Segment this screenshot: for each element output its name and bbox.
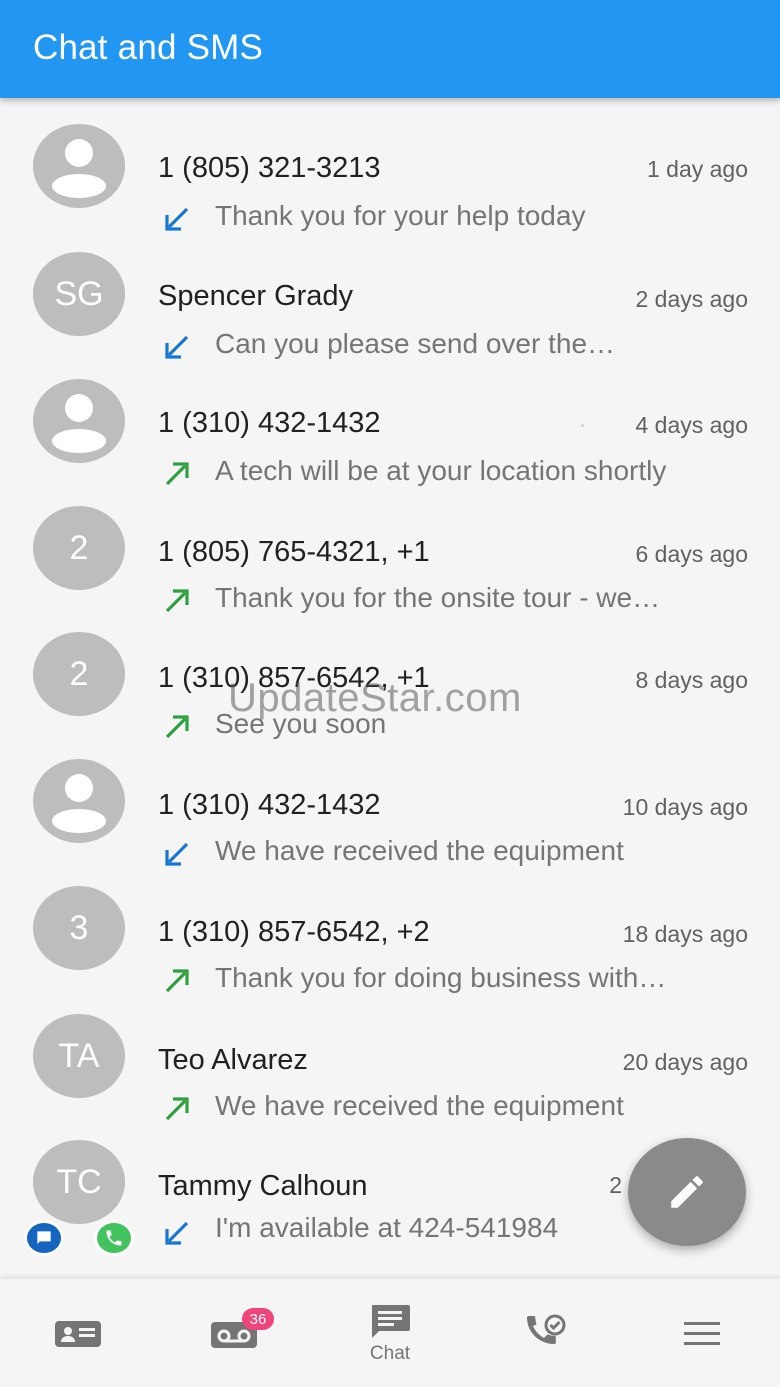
person-icon bbox=[52, 774, 106, 833]
chat-status-icon bbox=[24, 1220, 64, 1256]
outgoing-arrow-icon bbox=[162, 459, 192, 489]
message-preview: We have received the equipment bbox=[215, 1090, 624, 1121]
avatar: 2 bbox=[33, 506, 125, 590]
avatar-initials: TA bbox=[58, 1036, 100, 1075]
message-preview: Thank you for the onsite tour - we… bbox=[215, 582, 661, 613]
timestamp: 4 days ago bbox=[635, 412, 748, 438]
outgoing-arrow-icon bbox=[162, 1094, 192, 1124]
avatar-initials: SG bbox=[54, 274, 104, 313]
timestamp: 8 days ago bbox=[635, 667, 748, 693]
incoming-arrow-icon bbox=[162, 204, 192, 234]
pencil-icon bbox=[671, 1176, 703, 1208]
contact-name: 1 (310) 432-1432 bbox=[158, 407, 381, 439]
conversation-row[interactable]: TA Teo Alvarez 20 days ago We have recei… bbox=[0, 1006, 780, 1133]
avatar: 3 bbox=[33, 886, 125, 970]
contact-name: 1 (805) 765-4321, +1 bbox=[158, 536, 430, 568]
avatar bbox=[33, 379, 125, 463]
avatar bbox=[33, 124, 125, 208]
outgoing-arrow-icon bbox=[162, 966, 192, 996]
contact-name: 1 (310) 857-6542, +2 bbox=[158, 916, 430, 948]
message-preview: Can you please send over the… bbox=[215, 328, 616, 359]
outgoing-arrow-icon bbox=[162, 586, 192, 616]
timestamp: 2 bbox=[609, 1172, 622, 1198]
avatar: TC bbox=[33, 1140, 125, 1224]
contact-name: Teo Alvarez bbox=[158, 1044, 308, 1076]
conversation-row[interactable]: 2 1 (805) 765-4321, +1 6 days ago Thank … bbox=[0, 498, 780, 625]
person-icon bbox=[52, 394, 106, 453]
menu-icon bbox=[684, 1321, 720, 1345]
timestamp: 2 days ago bbox=[635, 286, 748, 312]
contacts-card-icon bbox=[55, 1320, 101, 1347]
contact-name: Tammy Calhoun bbox=[158, 1170, 368, 1202]
nav-menu[interactable] bbox=[624, 1279, 780, 1387]
message-preview: I'm available at 424-541984 bbox=[215, 1212, 559, 1243]
person-icon bbox=[52, 139, 106, 198]
conversation-list[interactable]: 1 (805) 321-3213 1 day ago Thank you for… bbox=[0, 98, 780, 1278]
message-preview: A tech will be at your location shortly bbox=[215, 455, 667, 486]
conversation-row[interactable]: 1 (805) 321-3213 1 day ago Thank you for… bbox=[0, 116, 780, 243]
conversation-row[interactable]: 2 1 (310) 857-6542, +1 8 days ago See yo… bbox=[0, 624, 780, 751]
nav-voicemail[interactable] bbox=[156, 1279, 312, 1387]
avatar-initials: 2 bbox=[69, 528, 89, 567]
incoming-arrow-icon bbox=[162, 332, 192, 362]
avatar-initials: 3 bbox=[69, 908, 89, 947]
avatar bbox=[33, 759, 125, 843]
avatar-initials: 2 bbox=[69, 654, 89, 693]
timestamp: 18 days ago bbox=[622, 921, 748, 947]
nav-call-history[interactable] bbox=[468, 1279, 624, 1387]
conversation-row[interactable]: 1 (310) 432-1432 10 days ago We have rec… bbox=[0, 751, 780, 878]
contact-name: Spencer Grady bbox=[158, 280, 354, 312]
message-preview: We have received the equipment bbox=[215, 835, 624, 866]
message-preview: See you soon bbox=[215, 708, 387, 739]
message-preview: Thank you for your help today bbox=[215, 200, 586, 231]
timestamp: 20 days ago bbox=[622, 1049, 748, 1075]
nav-contacts[interactable] bbox=[0, 1279, 156, 1387]
call-history-icon bbox=[527, 1314, 566, 1344]
bottom-navigation: Chat bbox=[0, 1278, 780, 1387]
contact-name: 1 (310) 857-6542, +1 bbox=[158, 662, 430, 694]
nav-chat-label: Chat bbox=[369, 1342, 411, 1364]
timestamp: 6 days ago bbox=[635, 541, 748, 567]
avatar: SG bbox=[33, 252, 125, 336]
message-preview: Thank you for doing business with… bbox=[215, 962, 667, 993]
incoming-arrow-icon bbox=[162, 839, 192, 869]
incoming-arrow-icon bbox=[162, 1218, 192, 1248]
compose-button[interactable] bbox=[628, 1138, 746, 1246]
timestamp: 1 day ago bbox=[646, 156, 748, 182]
conversation-row[interactable]: 1 (310) 432-1432 4 days ago A tech will … bbox=[0, 371, 780, 498]
stray-dot bbox=[581, 424, 584, 427]
contact-name: 1 (805) 321-3213 bbox=[158, 152, 381, 184]
contact-name: 1 (310) 432-1432 bbox=[158, 789, 381, 821]
phone-status-icon bbox=[94, 1220, 134, 1256]
chat-icon bbox=[372, 1304, 410, 1338]
conversation-row[interactable]: SG Spencer Grady 2 days ago Can you plea… bbox=[0, 244, 780, 371]
conversation-row[interactable]: 3 1 (310) 857-6542, +2 18 days ago Thank… bbox=[0, 878, 780, 1005]
avatar-initials: TC bbox=[56, 1162, 102, 1201]
avatar: TA bbox=[33, 1014, 125, 1098]
page-title: Chat and SMS bbox=[33, 28, 264, 67]
timestamp: 10 days ago bbox=[622, 794, 748, 820]
voicemail-count-badge: 36 bbox=[242, 1308, 274, 1330]
avatar: 2 bbox=[33, 632, 125, 716]
app-bar: Chat and SMS bbox=[0, 0, 780, 98]
outgoing-arrow-icon bbox=[162, 712, 192, 742]
nav-chat[interactable]: Chat bbox=[312, 1279, 468, 1387]
